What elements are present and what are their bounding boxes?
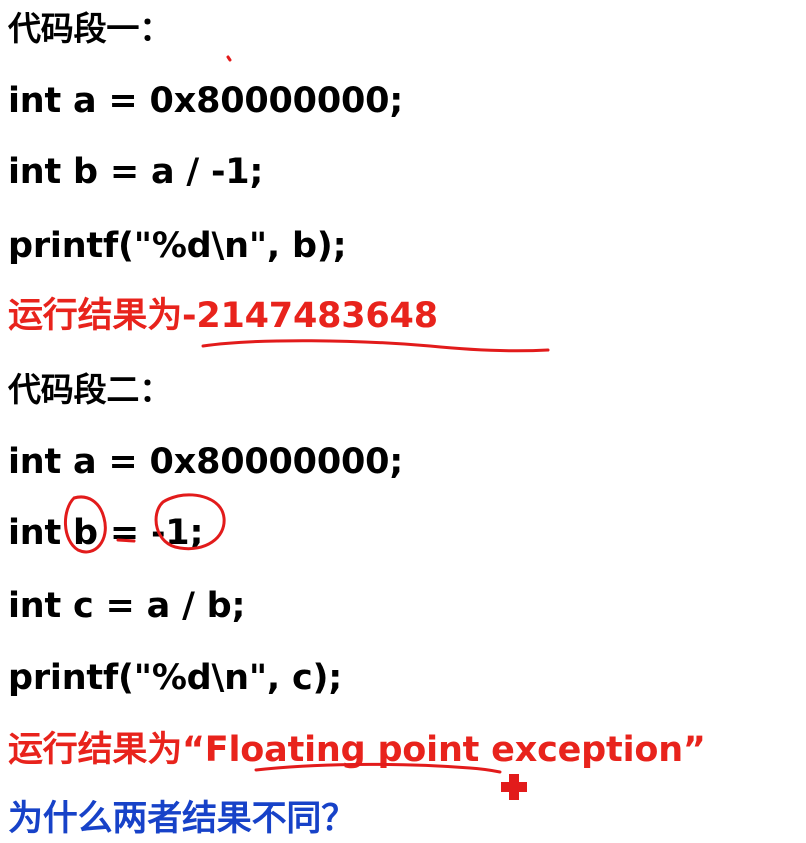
question-line: 为什么两者结果不同？ — [8, 799, 357, 839]
snippet1-code-line-1: int a = 0x80000000; — [8, 81, 404, 121]
snippet2-code-line-3: int c = a / b; — [8, 586, 246, 626]
snippet1-result: 运行结果为-2147483648 — [8, 296, 438, 336]
snippet2-code-line-4: printf("%d\n", c); — [8, 658, 343, 698]
snippet2-result: 运行结果为“Floating point exception” — [8, 730, 706, 770]
underline-result-1 — [201, 339, 550, 353]
cursor-cross-icon — [501, 774, 527, 800]
tiny-tick-mark — [226, 55, 232, 62]
snippet1-code-line-3: printf("%d\n", b); — [8, 226, 347, 266]
snippet1-heading: 代码段一： — [8, 9, 173, 48]
snippet2-code-line-1: int a = 0x80000000; — [8, 442, 404, 482]
handwritten-annotations — [63, 55, 550, 800]
snippet2-heading: 代码段二： — [8, 370, 173, 409]
snippet2-code-line-2: int b = -1; — [8, 513, 204, 553]
snippet1-code-line-2: int b = a / -1; — [8, 152, 264, 192]
